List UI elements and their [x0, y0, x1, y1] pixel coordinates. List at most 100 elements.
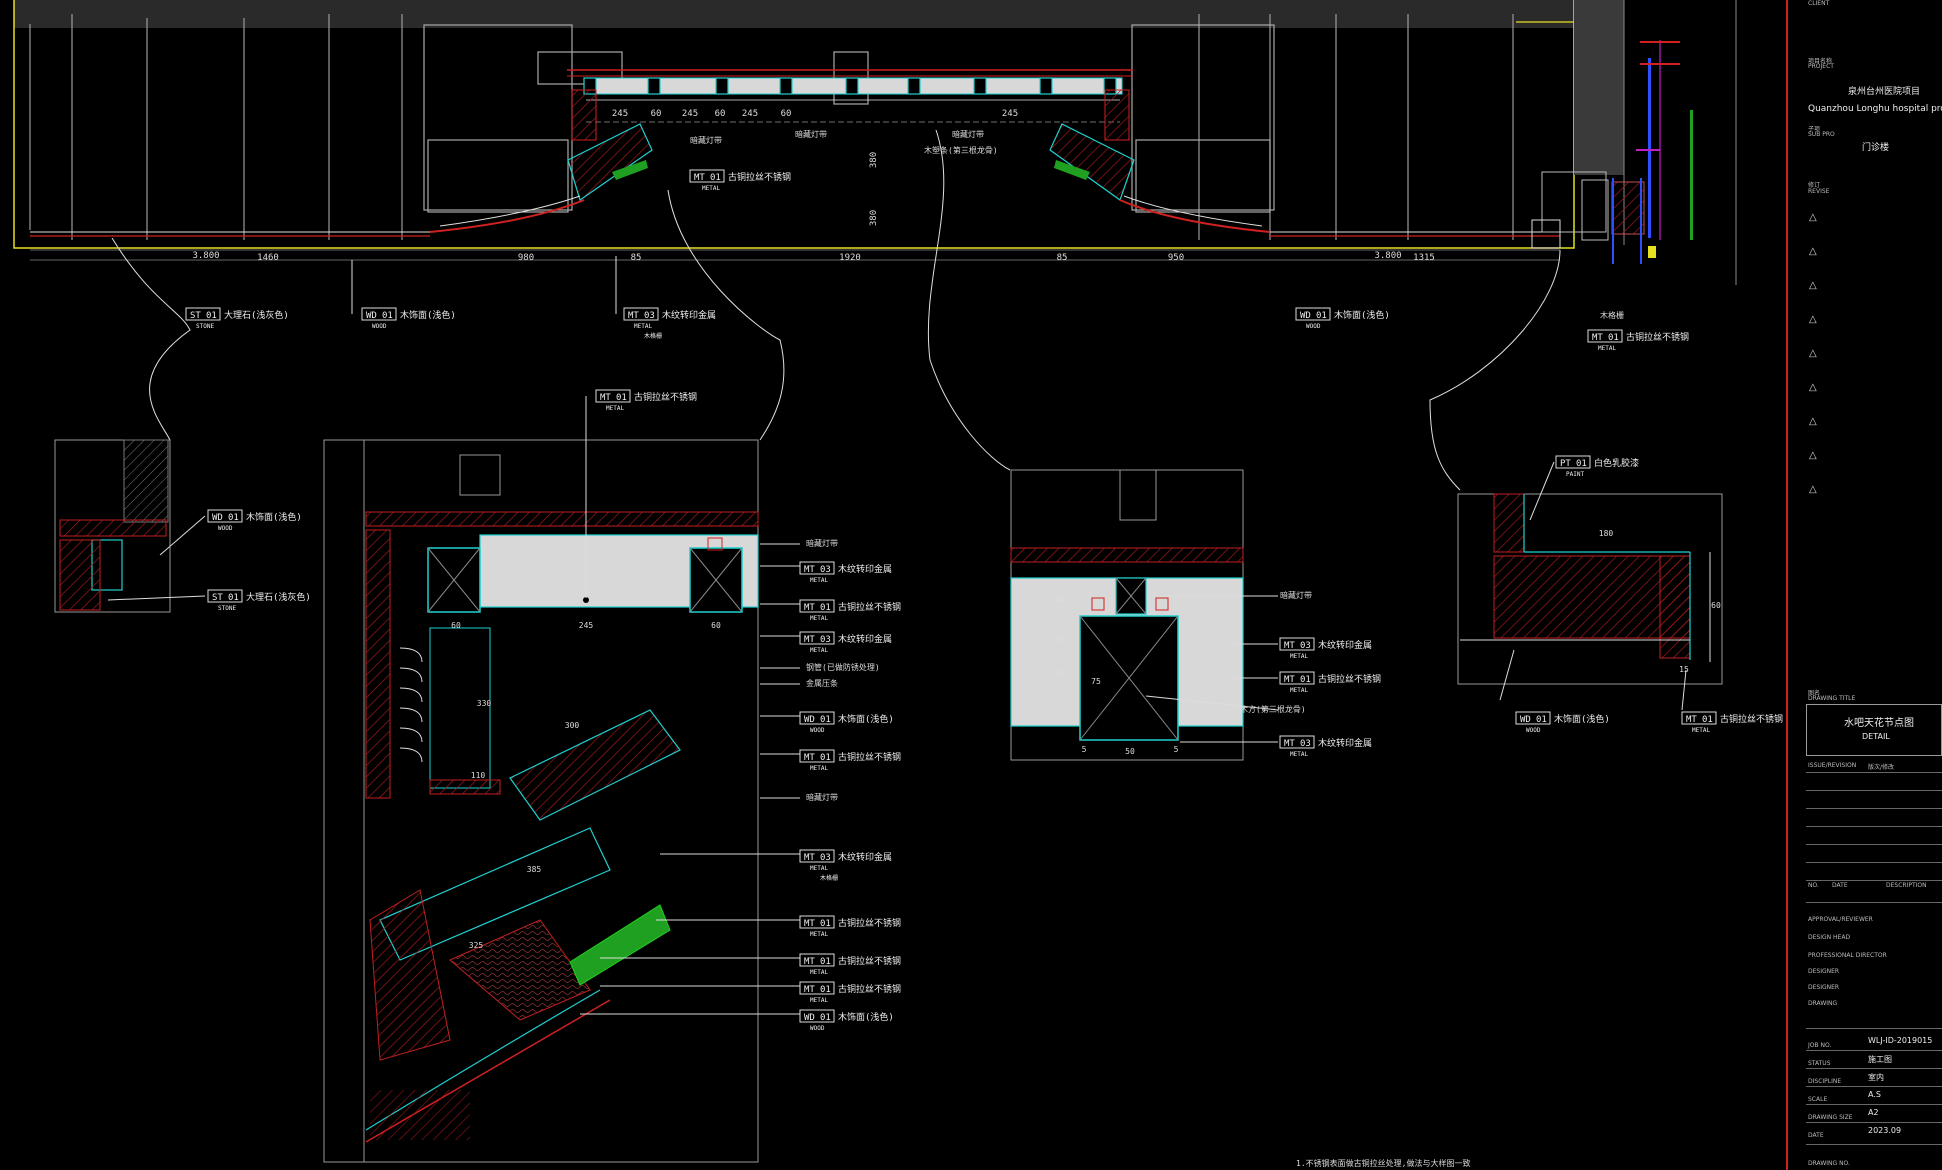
d2-dim-385: 385 — [527, 865, 542, 874]
svg-text:03: 03 — [1300, 641, 1311, 651]
discipline: 室内 — [1868, 1073, 1884, 1082]
frame-yellow-inner — [1516, 21, 1575, 175]
d2-note-steel-pipe: 钢管(已做防锈处理) — [806, 662, 880, 672]
d4-dim-60: 60 — [1711, 601, 1721, 610]
revise-triangle-1: △ — [1809, 212, 1817, 223]
revise-triangle-8: △ — [1809, 450, 1817, 461]
svg-text:01: 01 — [820, 715, 831, 725]
callout-mt01-top: MT 01 古铜拉丝不锈钢 METAL — [689, 169, 791, 192]
dim-245-b: 245 — [682, 109, 698, 119]
svg-text:ST: ST — [212, 593, 223, 603]
svg-text:METAL: METAL — [810, 969, 828, 976]
dim-85-b: 85 — [1057, 253, 1068, 263]
svg-text:01: 01 — [710, 173, 721, 183]
svg-text:古铜拉丝不锈钢: 古铜拉丝不锈钢 — [838, 955, 901, 967]
svg-text:WOOD: WOOD — [1526, 727, 1541, 734]
d2-callout-mt03-3: MT 03 木纹转印金属 METAL 木格栅 — [799, 849, 892, 882]
d3-callout-mt03-c: MT 03 木纹转印金属 METAL — [1279, 735, 1372, 758]
svg-text:古铜拉丝不锈钢: 古铜拉丝不锈钢 — [1626, 331, 1689, 343]
svg-text:WOOD: WOOD — [1306, 323, 1321, 330]
d2-bent-rods — [399, 647, 423, 763]
d3-callout-mt03-a: MT 03 木纹转印金属 METAL — [1279, 637, 1372, 660]
svg-text:01: 01 — [228, 513, 239, 523]
svg-text:METAL: METAL — [634, 323, 652, 330]
svg-text:MT: MT — [804, 853, 815, 863]
detail-2-grille-section: 60 245 60 330 110 300 385 325 暗藏灯带 钢管(已做… — [323, 389, 901, 1163]
note-wood-grille: 木格栅 — [1600, 310, 1624, 320]
svg-text:01: 01 — [820, 1013, 831, 1023]
project-name-cn: 泉州台州医院项目 — [1848, 87, 1921, 97]
svg-text:METAL: METAL — [810, 997, 828, 1004]
d2-note-light-strip-b: 暗藏灯带 — [806, 792, 838, 802]
svg-text:木纹转印金属: 木纹转印金属 — [838, 851, 892, 863]
svg-text:STONE: STONE — [196, 323, 214, 330]
svg-text:白色乳胶漆: 白色乳胶漆 — [1594, 457, 1639, 469]
project-en-label: PROJECT — [1808, 63, 1834, 70]
svg-text:METAL: METAL — [810, 577, 828, 584]
svg-text:03: 03 — [820, 853, 831, 863]
svg-text:01: 01 — [820, 985, 831, 995]
svg-text:ST: ST — [190, 311, 201, 321]
dim-1920: 1920 — [839, 253, 861, 263]
revise-triangle-3: △ — [1809, 280, 1817, 291]
d4-dim-15: 15 — [1679, 665, 1689, 674]
d3-dim-30: 30 — [1055, 595, 1065, 604]
issue-label: ISSUE/REVISION — [1808, 762, 1857, 769]
d3-callout-mt01-b: MT 01 古铜拉丝不锈钢 METAL — [1279, 671, 1381, 694]
d2-callout-mt01-3: MT 01 古铜拉丝不锈钢 METAL — [799, 915, 901, 938]
d3-note-light-strip: 暗藏灯带 — [1280, 590, 1312, 600]
dim-60-c: 60 — [781, 109, 792, 119]
level-right: 3.800 — [1374, 251, 1401, 261]
d2-leaders — [580, 396, 800, 1015]
project-name-en: Quanzhou Longhu hospital project — [1808, 104, 1942, 114]
svg-text:01: 01 — [1316, 311, 1327, 321]
svg-text:01: 01 — [1300, 675, 1311, 685]
svg-text:01: 01 — [820, 919, 831, 929]
designer-label-1: DESIGNER — [1808, 968, 1840, 975]
svg-text:古铜拉丝不锈钢: 古铜拉丝不锈钢 — [728, 171, 791, 183]
d3-dim-5-a: 5 — [1082, 745, 1087, 754]
d1-callout-st01: ST 01 大理石(浅灰色) STONE — [207, 589, 311, 612]
svg-text:WD: WD — [366, 311, 377, 321]
svg-text:STONE: STONE — [218, 605, 236, 612]
d2-callout-mt03-1: MT 03 木纹转印金属 METAL — [799, 561, 892, 584]
frame-top-band — [14, 0, 1574, 28]
dim-380-a: 380 — [869, 152, 879, 168]
column-lines — [29, 14, 1514, 240]
svg-text:01: 01 — [820, 753, 831, 763]
svg-text:木饰面(浅色): 木饰面(浅色) — [838, 1011, 894, 1023]
note-light-strip-2: 暗藏灯带 — [795, 129, 827, 139]
detail-1-wall-base: WD 01 木饰面(浅色) WOOD ST 01 大理石(浅灰色) STONE — [54, 439, 311, 613]
svg-text:MT: MT — [1284, 641, 1295, 651]
dim-245-d: 245 — [1002, 109, 1018, 119]
dim-950: 950 — [1168, 253, 1184, 263]
callout-mt01-right: MT 01 古铜拉丝不锈钢 METAL — [1587, 329, 1689, 352]
level-left: 3.800 — [192, 251, 219, 261]
svg-text:METAL: METAL — [702, 185, 720, 192]
svg-text:01: 01 — [382, 311, 393, 321]
svg-text:大理石(浅灰色): 大理石(浅灰色) — [224, 309, 289, 321]
svg-text:木饰面(浅色): 木饰面(浅色) — [246, 511, 302, 523]
d4-dim-180: 180 — [1599, 529, 1614, 538]
svg-text:METAL: METAL — [810, 647, 828, 654]
svg-text:METAL: METAL — [1692, 727, 1710, 734]
d3-dim-75: 75 — [1091, 677, 1101, 686]
title-block: CLIENT 项目名称 PROJECT 泉州台州医院项目 Quanzhou Lo… — [1786, 0, 1942, 1170]
svg-text:METAL: METAL — [1290, 751, 1308, 758]
d3-dim-25-a: 25 — [1055, 635, 1065, 644]
svg-text:01: 01 — [1608, 333, 1619, 343]
svg-text:03: 03 — [820, 565, 831, 575]
d2-callout-mt01-4: MT 01 古铜拉丝不锈钢 METAL — [799, 953, 901, 976]
d2-note-metal-strip: 金属压条 — [806, 678, 838, 688]
d2-dim-60-a: 60 — [451, 621, 461, 630]
cad-drawing-canvas: 245 60 245 60 245 60 245 380 380 85 85 1… — [13, 0, 1783, 1168]
svg-text:WOOD: WOOD — [810, 727, 825, 734]
svg-text:古铜拉丝不锈钢: 古铜拉丝不锈钢 — [838, 983, 901, 995]
detail-3-grille-profile: 30 25 25 75 50 5 5 暗藏灯带 木方(第三根龙骨) MT 03 … — [1010, 469, 1381, 761]
d4-callout-wd01: WD 01 木饰面(浅色) WOOD — [1515, 711, 1610, 734]
svg-text:METAL: METAL — [1290, 653, 1308, 660]
svg-text:WOOD: WOOD — [372, 323, 387, 330]
col-date: DATE — [1832, 882, 1848, 889]
scale: A.S — [1868, 1090, 1881, 1099]
d4-callout-pt01: PT 01 白色乳胶漆 PAINT — [1555, 455, 1639, 478]
